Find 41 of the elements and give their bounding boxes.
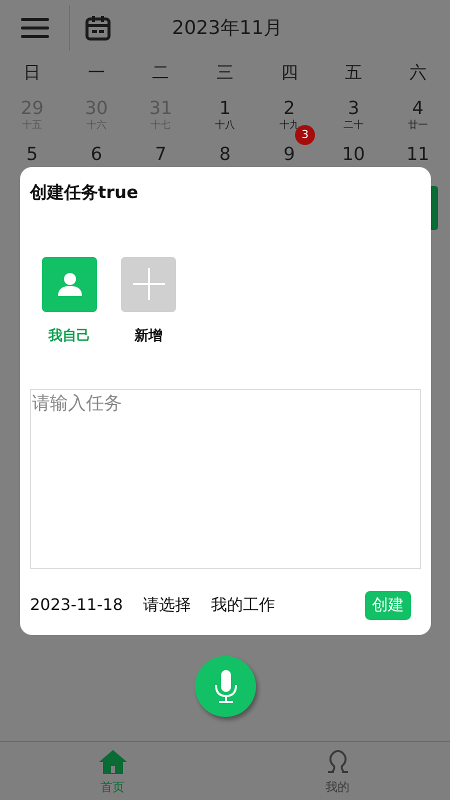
- day-number[interactable]: 1: [219, 98, 231, 120]
- assignee-label[interactable]: 新增: [134, 326, 162, 346]
- weekday-label: 六: [409, 62, 426, 86]
- home-icon: [98, 750, 126, 774]
- weekday-label: 二: [152, 62, 170, 86]
- category-field[interactable]: 我的工作: [210, 593, 275, 617]
- lunar-date: 二十: [344, 120, 364, 132]
- weekday-label: 日: [24, 62, 41, 86]
- person-icon: [56, 271, 82, 297]
- day-number[interactable]: 6: [90, 144, 102, 166]
- day-number[interactable]: 4: [412, 98, 424, 120]
- plus-icon: [132, 268, 164, 300]
- weekday-label: 三: [216, 62, 234, 86]
- day-number[interactable]: 8: [219, 144, 231, 166]
- tab-button[interactable]: 我的: [225, 742, 450, 800]
- day-number[interactable]: 7: [154, 144, 166, 166]
- weekday-label: 五: [345, 62, 362, 86]
- day-number[interactable]: 11: [406, 144, 430, 166]
- day-number[interactable]: 9: [284, 144, 295, 166]
- day-number[interactable]: 3: [348, 98, 360, 120]
- menu-icon[interactable]: [20, 17, 48, 39]
- calendar-icon[interactable]: [85, 15, 111, 41]
- microphone-icon: [214, 670, 238, 704]
- date-field[interactable]: 2023-11-18: [30, 593, 123, 617]
- create-button[interactable]: 创建: [365, 590, 411, 620]
- add-tile[interactable]: [121, 256, 176, 312]
- lunar-date: 十八: [214, 120, 235, 132]
- lunar-date: 廿一: [408, 120, 428, 132]
- dialog-title: 创建任务true: [30, 182, 140, 205]
- weekday-label: 一: [88, 62, 105, 86]
- person-tile[interactable]: [42, 256, 97, 312]
- person-outline-icon: [326, 750, 350, 774]
- month-title: 2023年11月: [172, 16, 283, 41]
- weekday-label: 四: [280, 62, 298, 86]
- task-input-field[interactable]: 请输入任务: [30, 388, 421, 568]
- day-number[interactable]: 5: [26, 144, 38, 166]
- select-field[interactable]: 请选择: [142, 593, 191, 617]
- day-number[interactable]: 10: [342, 144, 366, 166]
- day-number[interactable]: 2: [284, 98, 295, 120]
- assignee-label[interactable]: 我自己: [48, 326, 90, 346]
- microphone-button[interactable]: [195, 656, 256, 717]
